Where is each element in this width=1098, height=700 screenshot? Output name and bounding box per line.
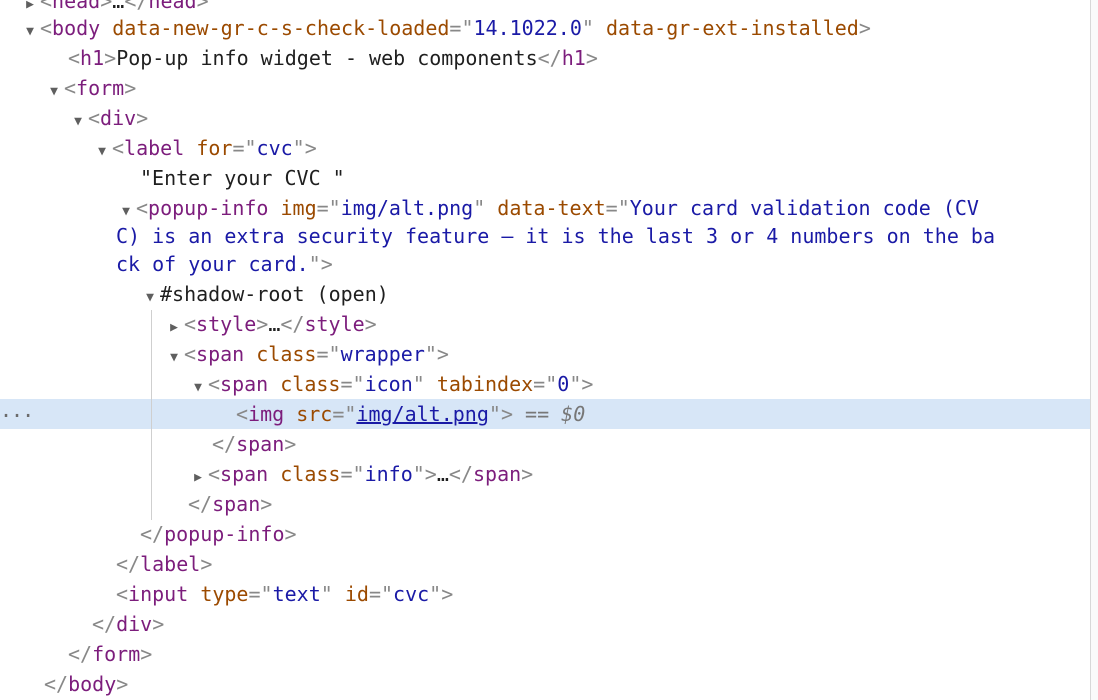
collapse-arrow-icon[interactable]: ▼ (140, 283, 160, 313)
node-style[interactable]: ▶ <style>…</style> (164, 309, 377, 339)
node-label[interactable]: ▼ <label for="cvc"> (92, 133, 317, 163)
row-ellipsis-icon[interactable]: ... (0, 398, 34, 422)
node-text[interactable]: "Enter your CVC " (140, 163, 345, 193)
node-span-info[interactable]: ▶ <span class="info">…</span> (188, 459, 533, 489)
node-form[interactable]: ▼ <form> (44, 73, 136, 103)
node-h1[interactable]: <h1>Pop-up info widget - web components<… (68, 43, 598, 73)
node-popup-info-wrap: ck of your card."> (116, 252, 333, 276)
shadow-root-guide-line (151, 310, 152, 520)
node-div-close[interactable]: </div> (92, 609, 164, 639)
node-body[interactable]: ▼ <body data-new-gr-c-s-check-loaded="14.… (20, 13, 871, 43)
collapse-arrow-icon[interactable]: ▼ (164, 343, 184, 373)
collapse-arrow-icon[interactable]: ▼ (92, 137, 112, 167)
node-span-close[interactable]: </span> (212, 429, 296, 459)
node-label-close[interactable]: </label> (116, 549, 212, 579)
node-popup-info-close[interactable]: </popup-info> (140, 519, 297, 549)
collapse-arrow-icon[interactable]: ▼ (20, 17, 40, 47)
node-span-close[interactable]: </span> (188, 489, 272, 519)
collapse-arrow-icon[interactable]: ▼ (68, 107, 88, 137)
node-form-close[interactable]: </form> (68, 639, 152, 669)
node-img-selected[interactable]: <img src="img/alt.png"> == $0 (236, 399, 585, 429)
collapse-arrow-icon[interactable]: ▼ (188, 373, 208, 403)
node-span-icon[interactable]: ▼ <span class="icon" tabindex="0"> (188, 369, 593, 399)
node-div[interactable]: ▼ <div> (68, 103, 148, 133)
node-span-wrapper[interactable]: ▼ <span class="wrapper"> (164, 339, 449, 369)
node-input[interactable]: <input type="text" id="cvc"> (116, 579, 453, 609)
vertical-scrollbar[interactable] (1090, 0, 1098, 700)
node-shadow-root[interactable]: ▼ #shadow-root (open) (140, 279, 389, 309)
elements-panel: ... ▶ <head>…</head> ▼ <body data-new-gr-c… (0, 0, 1090, 700)
img-src-link[interactable]: img/alt.png (356, 402, 488, 426)
node-popup-info[interactable]: ▼ <popup-info img="img/alt.png" data-text… (116, 193, 979, 223)
node-popup-info-wrap: C) is an extra security feature – it is … (116, 224, 995, 248)
node-body-close[interactable]: </body> (44, 669, 128, 699)
collapse-arrow-icon[interactable]: ▼ (44, 77, 64, 107)
